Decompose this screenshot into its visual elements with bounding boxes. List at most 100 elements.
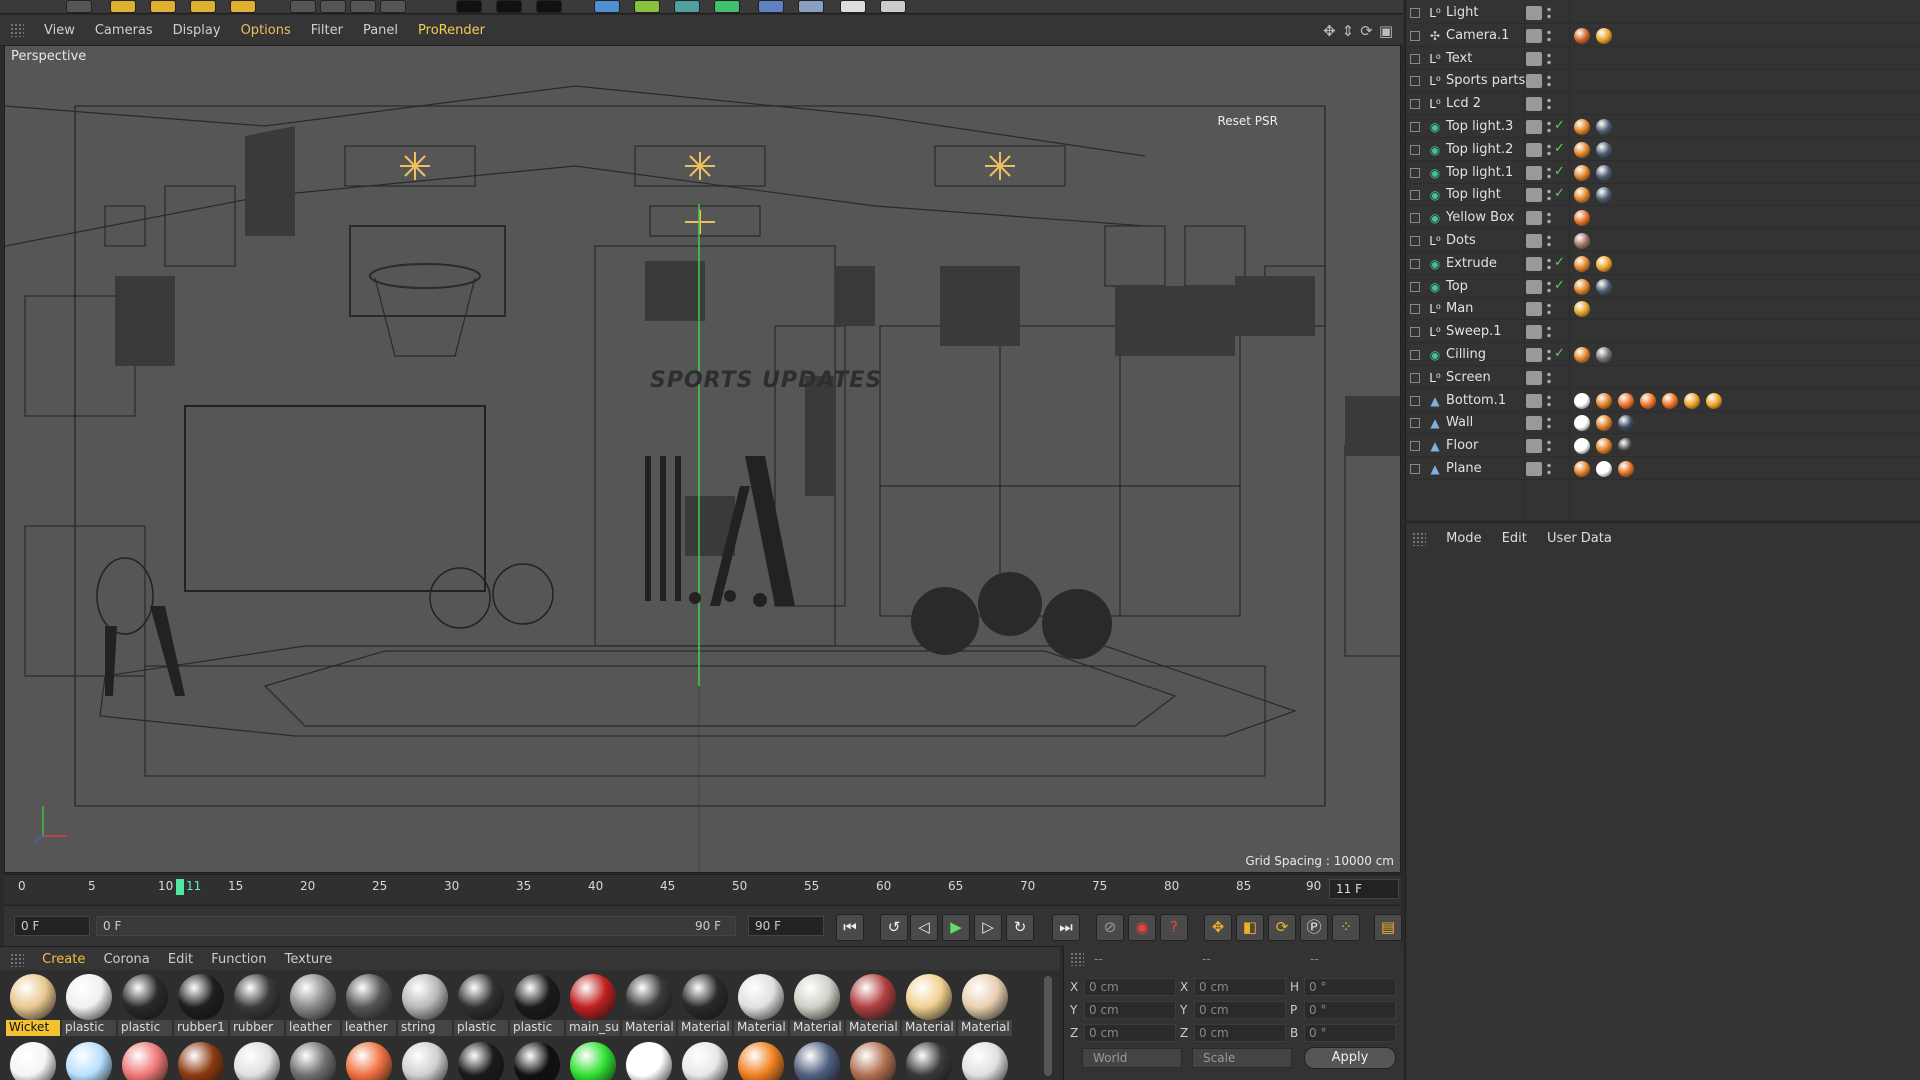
panel-grip-icon[interactable]	[10, 23, 24, 37]
record-active-icon[interactable]: ⊘	[1096, 914, 1124, 941]
object-tag-icon[interactable]	[1596, 255, 1612, 272]
material-swatch[interactable]: rubber	[230, 972, 284, 1036]
expand-toggle-icon[interactable]	[1410, 281, 1420, 292]
coordinate-space-select[interactable]: World	[1082, 1048, 1182, 1068]
expand-toggle-icon[interactable]	[1410, 76, 1420, 87]
autokeying-icon[interactable]: ◉	[1128, 914, 1156, 941]
size-z-field[interactable]: 0 cm	[1194, 1024, 1286, 1042]
object-row[interactable]: L⁰ Sweep.1	[1406, 321, 1920, 344]
editor-render-visibility-icon[interactable]	[1547, 6, 1551, 20]
rotation-key-icon[interactable]: ⟳	[1268, 914, 1296, 941]
viewport-camera-label[interactable]: Perspective	[11, 49, 86, 64]
undo-icon[interactable]	[66, 0, 92, 13]
editor-render-visibility-icon[interactable]	[1547, 211, 1551, 226]
layer-visibility-icon[interactable]	[1526, 302, 1542, 317]
enabled-check-icon[interactable]: ✓	[1554, 278, 1565, 293]
expand-toggle-icon[interactable]	[1410, 144, 1420, 155]
layer-visibility-icon[interactable]	[1526, 51, 1542, 66]
expand-toggle-icon[interactable]	[1410, 418, 1420, 429]
object-tag-icon[interactable]	[1706, 392, 1722, 409]
layer-visibility-icon[interactable]	[1526, 142, 1542, 157]
camera-icon[interactable]	[840, 0, 866, 13]
render-settings-icon[interactable]	[536, 0, 562, 13]
object-tag-icon[interactable]	[1596, 27, 1612, 44]
position-key-icon[interactable]: ✥	[1204, 914, 1232, 941]
cube-icon[interactable]	[594, 0, 620, 13]
editor-render-visibility-icon[interactable]	[1547, 302, 1551, 317]
expand-toggle-icon[interactable]	[1410, 190, 1420, 201]
object-tag-icon[interactable]	[1618, 461, 1634, 477]
size-x-field[interactable]: 0 cm	[1194, 978, 1286, 996]
object-tag-icon[interactable]	[1574, 119, 1590, 135]
editor-render-visibility-icon[interactable]	[1547, 120, 1551, 134]
enabled-check-icon[interactable]: ✓	[1554, 255, 1565, 270]
object-tag-icon[interactable]	[1596, 438, 1612, 455]
object-tag-icon[interactable]	[1618, 415, 1634, 432]
object-tag-icon[interactable]	[1640, 392, 1656, 409]
size-y-field[interactable]: 0 cm	[1194, 1001, 1286, 1019]
material-swatch[interactable]	[622, 1040, 676, 1080]
enabled-check-icon[interactable]: ✓	[1554, 164, 1565, 179]
material-swatch[interactable]	[286, 1040, 340, 1080]
perspective-viewport[interactable]: Perspective SPORTS UPDATES Reset PSR Gri…	[4, 45, 1401, 873]
layer-visibility-icon[interactable]	[1526, 165, 1542, 180]
object-tag-icon[interactable]	[1596, 415, 1612, 432]
layer-visibility-icon[interactable]	[1526, 462, 1542, 476]
menu-prorender[interactable]: ProRender	[418, 23, 485, 38]
parameter-key-icon[interactable]: Ⓟ	[1300, 914, 1328, 941]
expand-toggle-icon[interactable]	[1410, 122, 1420, 132]
menu-panel[interactable]: Panel	[363, 23, 398, 38]
expand-toggle-icon[interactable]	[1410, 99, 1420, 110]
material-swatch[interactable]	[62, 1040, 116, 1080]
go-to-end-icon[interactable]: ⏭	[1052, 914, 1080, 941]
editor-render-visibility-icon[interactable]	[1547, 462, 1551, 476]
menu-edit[interactable]: Edit	[168, 952, 193, 967]
scale-tool-icon[interactable]	[150, 0, 176, 13]
enabled-check-icon[interactable]: ✓	[1554, 346, 1565, 361]
move-tool-icon[interactable]	[110, 0, 136, 13]
menu-display[interactable]: Display	[173, 23, 221, 38]
object-tag-icon[interactable]	[1684, 392, 1700, 409]
object-row[interactable]: ▲ Floor	[1406, 435, 1920, 458]
timeline-playhead[interactable]	[176, 879, 184, 895]
material-swatch[interactable]	[734, 1040, 788, 1080]
keyframe-selection-icon[interactable]: ?	[1160, 914, 1188, 941]
editor-render-visibility-icon[interactable]	[1547, 28, 1551, 43]
go-to-start-icon[interactable]: ⏮	[836, 914, 864, 941]
panel-grip-icon[interactable]	[1412, 531, 1426, 546]
object-tag-icon[interactable]	[1574, 255, 1590, 272]
rot-p-field[interactable]: 0 °	[1304, 1001, 1396, 1019]
deformer-icon[interactable]	[758, 0, 784, 13]
layer-visibility-icon[interactable]	[1526, 188, 1542, 203]
expand-toggle-icon[interactable]	[1410, 350, 1420, 360]
expand-toggle-icon[interactable]	[1410, 167, 1420, 178]
expand-toggle-icon[interactable]	[1410, 304, 1420, 315]
object-tag-icon[interactable]	[1596, 164, 1612, 181]
object-tag-icon[interactable]	[1596, 392, 1612, 409]
expand-toggle-icon[interactable]	[1410, 258, 1420, 269]
expand-toggle-icon[interactable]	[1410, 30, 1420, 41]
object-row[interactable]: L⁰ Lcd 2	[1406, 93, 1920, 116]
menu-view[interactable]: View	[44, 23, 75, 38]
expand-toggle-icon[interactable]	[1410, 53, 1420, 64]
editor-render-visibility-icon[interactable]	[1547, 416, 1551, 431]
material-swatch[interactable]	[398, 1040, 452, 1080]
material-swatch[interactable]: Material	[622, 972, 676, 1036]
material-swatch[interactable]	[846, 1040, 900, 1080]
editor-render-visibility-icon[interactable]	[1547, 142, 1551, 157]
pos-y-field[interactable]: 0 cm	[1084, 1001, 1176, 1019]
editor-render-visibility-icon[interactable]	[1547, 348, 1551, 362]
next-key-icon[interactable]: ↻	[1006, 914, 1034, 941]
scale-key-icon[interactable]: ◧	[1236, 914, 1264, 941]
point-level-icon[interactable]: ⁘	[1332, 914, 1360, 941]
object-row[interactable]: ▲ Wall	[1406, 412, 1920, 435]
rot-b-field[interactable]: 0 °	[1304, 1024, 1396, 1042]
material-swatch[interactable]: leather	[342, 972, 396, 1036]
play-icon[interactable]: ▶	[942, 914, 970, 941]
timeline-ruler[interactable]: 0 5 10 11 15 20 25 30 35 40 45 50 55 60 …	[4, 874, 1401, 904]
pos-z-field[interactable]: 0 cm	[1084, 1024, 1176, 1042]
object-tag-icon[interactable]	[1596, 141, 1612, 158]
start-frame-field[interactable]: 0 F	[14, 916, 90, 936]
object-tag-icon[interactable]	[1662, 392, 1678, 409]
current-frame-field[interactable]: 11 F	[1329, 879, 1399, 899]
